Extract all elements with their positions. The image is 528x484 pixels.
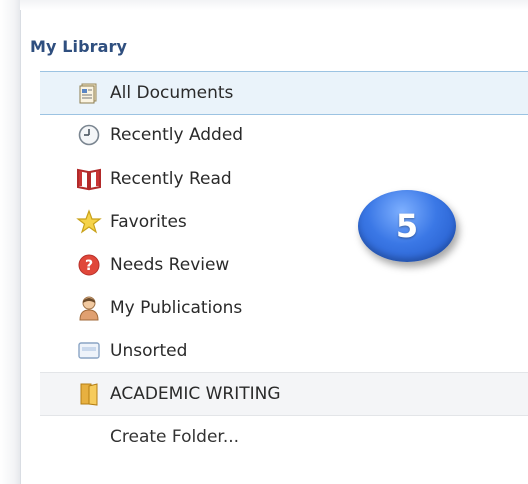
left-pane-edge [0,0,20,484]
question-icon: ? [76,252,102,278]
person-icon [76,295,102,321]
library-item-label: Unsorted [110,341,188,361]
library-item-unsorted[interactable]: Unsorted [40,330,528,372]
library-item-recently-added[interactable]: Recently Added [40,114,528,156]
library-item-label: Favorites [110,212,187,232]
library-item-my-publications[interactable]: My Publications [40,287,528,329]
folder-icon [76,381,102,407]
library-item-label: All Documents [110,83,234,103]
library-item-all-documents[interactable]: All Documents [40,71,528,115]
library-item-label: Recently Added [110,125,244,145]
tray-icon [76,338,102,364]
folder-label: ACADEMIC WRITING [110,384,281,404]
library-item-recently-read[interactable]: Recently Read [40,158,528,200]
clock-icon [76,122,102,148]
documents-icon [76,80,102,106]
folder-academic-writing[interactable]: ACADEMIC WRITING [40,372,528,416]
panel-top-edge [20,0,528,10]
step-number-badge: 5 [358,190,456,262]
library-item-label: Recently Read [110,169,232,189]
library-item-needs-review[interactable]: ? Needs Review [40,244,528,286]
book-icon [76,166,102,192]
library-item-label: My Publications [110,298,243,318]
my-library-heading: My Library [30,37,128,56]
svg-text:?: ? [85,258,93,274]
library-item-label: Needs Review [110,255,230,275]
star-icon [76,209,102,235]
create-folder-link[interactable]: Create Folder... [110,427,239,447]
create-folder-item[interactable]: Create Folder... [40,416,528,458]
